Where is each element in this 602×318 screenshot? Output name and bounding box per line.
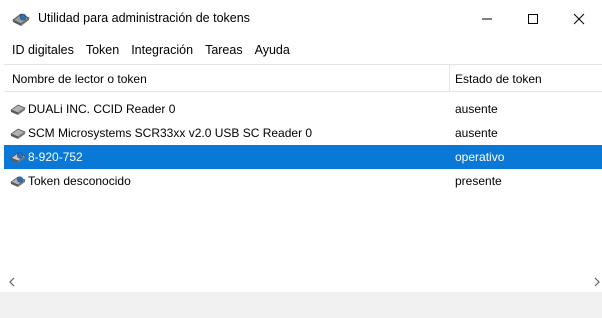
title-bar: Utilidad para administración de tokens xyxy=(0,0,602,38)
minimize-icon xyxy=(482,18,492,20)
minimize-button[interactable] xyxy=(464,0,510,38)
close-icon xyxy=(573,13,585,25)
row-name: Token desconocido xyxy=(28,174,131,188)
row-state: presente xyxy=(455,174,502,188)
horizontal-scrollbar[interactable] xyxy=(0,272,602,292)
column-divider[interactable] xyxy=(449,65,450,91)
reader-icon xyxy=(10,128,26,139)
chevron-left-icon xyxy=(9,277,15,287)
chevron-right-icon xyxy=(594,277,600,287)
list-row-unknown-token[interactable]: Token desconocido presente xyxy=(4,169,602,193)
menu-integracion[interactable]: Integración xyxy=(127,43,197,57)
column-header-name[interactable]: Nombre de lector o token xyxy=(12,72,147,86)
reader-icon xyxy=(10,104,26,115)
menu-tareas[interactable]: Tareas xyxy=(201,43,247,57)
row-name: 8-920-752 xyxy=(28,150,83,164)
row-state: ausente xyxy=(455,102,498,116)
menu-id-digitales[interactable]: ID digitales xyxy=(8,43,78,57)
token-list[interactable]: Nombre de lector o token Estado de token… xyxy=(4,64,602,273)
window-title: Utilidad para administración de tokens xyxy=(38,11,250,25)
maximize-icon xyxy=(528,14,538,24)
list-header: Nombre de lector o token Estado de token xyxy=(4,65,602,92)
status-bar xyxy=(0,292,602,318)
column-header-state[interactable]: Estado de token xyxy=(455,72,542,86)
row-name: DUALi INC. CCID Reader 0 xyxy=(28,102,176,116)
scroll-right-button[interactable] xyxy=(592,274,602,290)
row-state: operativo xyxy=(455,150,505,164)
token-utility-icon xyxy=(12,13,30,26)
list-row-duali[interactable]: DUALi INC. CCID Reader 0 ausente xyxy=(4,97,602,121)
token-icon xyxy=(10,152,26,163)
scroll-left-button[interactable] xyxy=(4,274,20,290)
token-icon xyxy=(10,176,26,187)
menu-bar: ID digitales Token Integración Tareas Ay… xyxy=(0,38,602,62)
list-row-scm[interactable]: SCM Microsystems SCR33xx v2.0 USB SC Rea… xyxy=(4,121,602,145)
row-state: ausente xyxy=(455,126,498,140)
row-name: SCM Microsystems SCR33xx v2.0 USB SC Rea… xyxy=(28,126,313,140)
menu-ayuda[interactable]: Ayuda xyxy=(251,43,294,57)
list-row-token-selected[interactable]: 8-920-752 operativo xyxy=(4,145,602,169)
close-button[interactable] xyxy=(556,0,602,38)
menu-token[interactable]: Token xyxy=(82,43,123,57)
maximize-button[interactable] xyxy=(510,0,556,38)
